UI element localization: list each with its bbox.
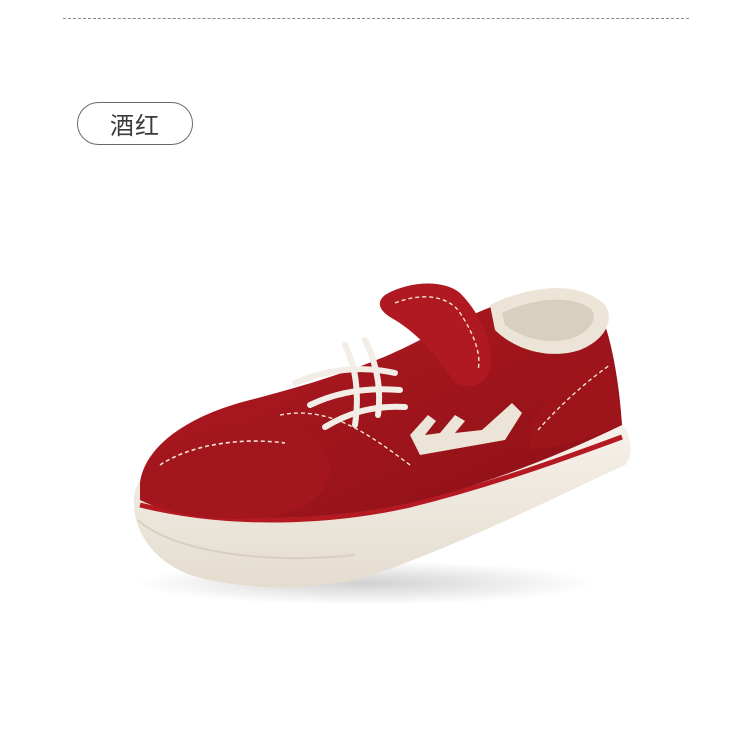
shoe-product-image (133, 283, 631, 605)
dashed-divider (63, 18, 689, 19)
color-variant-tag: 酒红 (77, 102, 193, 145)
color-variant-label: 酒红 (110, 112, 160, 140)
